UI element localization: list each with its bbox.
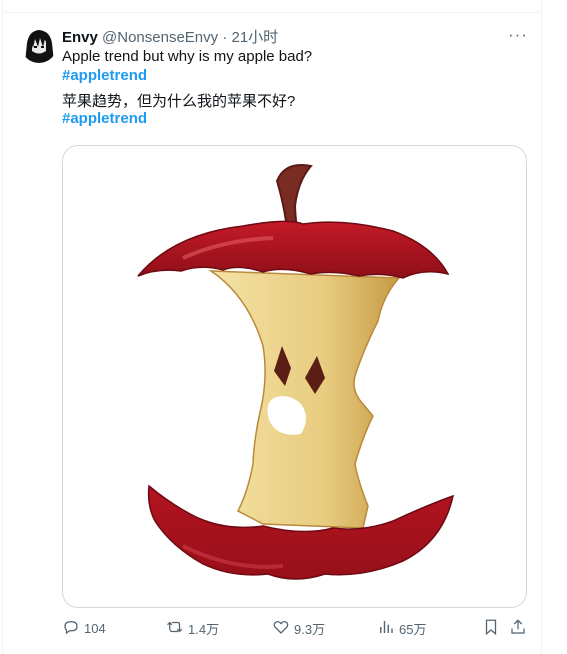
tweet-actions: 104 1.4万 9.3万 65万 [62, 617, 532, 639]
views-button[interactable]: 65万 [377, 617, 426, 639]
bookmark-button[interactable] [482, 617, 504, 639]
avatar[interactable] [21, 27, 57, 63]
display-name[interactable]: Envy [62, 29, 98, 46]
hashtag-link[interactable]: #appletrend [62, 66, 147, 86]
reply-count: 104 [84, 620, 106, 636]
heart-icon [272, 618, 294, 639]
like-count: 9.3万 [294, 621, 326, 637]
handle[interactable]: @NonsenseEnvy [102, 29, 218, 46]
bar-chart-icon [377, 618, 399, 639]
tweet-text-english: Apple trend but why is my apple bad? [62, 48, 313, 65]
more-options-icon[interactable]: ··· [504, 25, 532, 47]
tweet-header: Envy @NonsenseEnvy · 21小时 ··· [62, 25, 532, 48]
retweet-button[interactable]: 1.4万 [166, 617, 219, 639]
share-button[interactable] [509, 617, 531, 639]
reply-button[interactable]: 104 [62, 617, 106, 639]
bookmark-icon [482, 618, 504, 639]
view-count: 65万 [399, 621, 427, 637]
speech-bubble-icon [62, 618, 84, 639]
timeline-right-border [541, 0, 542, 654]
apple-core-illustration [137, 164, 455, 580]
tweet-media-image[interactable] [62, 145, 527, 608]
like-button[interactable]: 9.3万 [272, 617, 325, 639]
page: Envy @NonsenseEnvy · 21小时 ··· Apple tren… [0, 0, 567, 654]
retweet-count: 1.4万 [188, 621, 220, 637]
tweet[interactable]: Envy @NonsenseEnvy · 21小时 ··· Apple tren… [3, 13, 541, 654]
separator-dot: · [222, 29, 228, 46]
timestamp[interactable]: 21小时 [232, 29, 279, 46]
share-upload-icon [509, 618, 531, 639]
hashtag-link-translation[interactable]: #appletrend [62, 109, 147, 129]
retweet-arrows-icon [166, 618, 188, 639]
